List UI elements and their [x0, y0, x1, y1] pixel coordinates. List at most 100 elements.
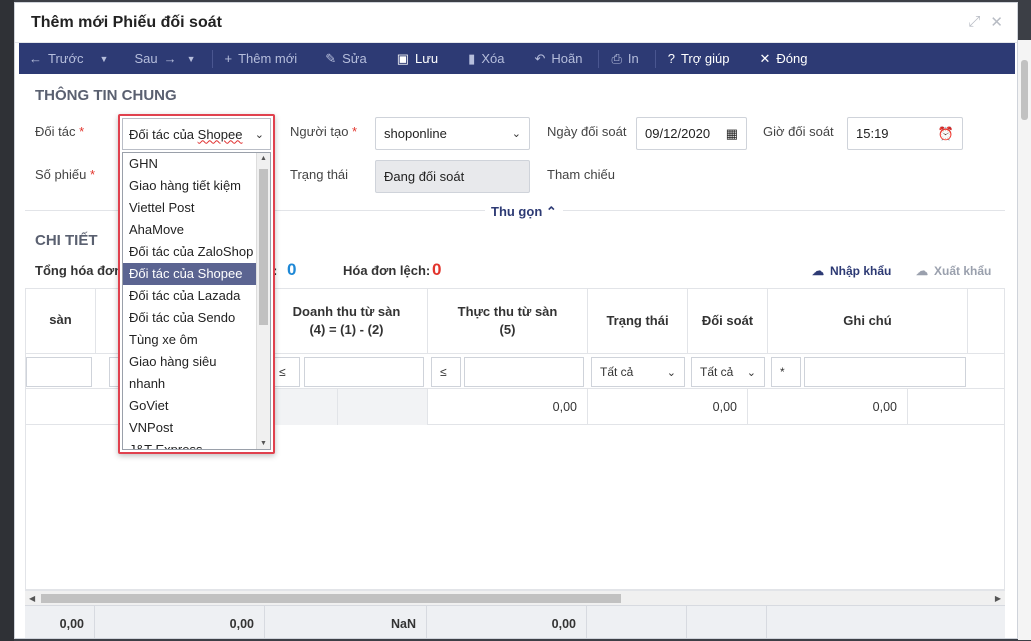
filter-input[interactable] — [464, 357, 584, 387]
close-button[interactable]: ✕ Đóng — [759, 43, 807, 74]
filter-operator[interactable]: ≤ — [431, 357, 461, 387]
chevron-down-icon: ⌄ — [666, 366, 676, 379]
chevron-down-icon: ⌄ — [511, 128, 521, 140]
time-label: Giờ đối soát — [763, 124, 834, 139]
next-button[interactable]: Sau → ▼ — [134, 43, 195, 74]
scroll-right-icon[interactable]: ▶ — [995, 591, 1001, 606]
partner-option[interactable]: Đối tác của Lazada — [123, 285, 270, 307]
partner-select[interactable]: Đối tác của Shopee ⌄ — [122, 118, 271, 150]
scroll-down-icon[interactable]: ▼ — [260, 440, 267, 447]
prev-button[interactable]: ← Trước ▼ — [29, 43, 108, 74]
filter-input[interactable] — [304, 357, 424, 387]
chevron-down-icon: ⌄ — [746, 366, 756, 379]
partner-option[interactable]: Viettel Post — [123, 197, 270, 219]
partner-option[interactable]: Tùng xe ôm — [123, 329, 270, 351]
expand-icon[interactable]: ⤢ — [968, 13, 980, 31]
total-invoices-label: Tổng hóa đơn: — [35, 263, 127, 278]
close-icon: ✕ — [759, 50, 771, 66]
alarm-clock-icon[interactable]: ⏰ — [938, 126, 954, 142]
date-label: Ngày đối soát — [547, 124, 627, 139]
save-icon: ▣ — [396, 50, 409, 66]
column-header: Ghi chú — [768, 289, 968, 353]
footer-total: NaN — [265, 606, 427, 638]
calendar-icon[interactable]: ▦ — [726, 126, 738, 142]
plus-icon: + — [224, 51, 233, 66]
undo-icon: ↶ — [534, 50, 546, 66]
general-info-title: THÔNG TIN CHUNG — [35, 87, 177, 104]
status-filter-select[interactable]: Tất cả ⌄ — [591, 357, 685, 387]
import-button[interactable]: ☁ Nhập khẩu — [812, 264, 891, 278]
status-field: Đang đối soát — [375, 160, 530, 193]
question-icon: ? — [667, 51, 675, 66]
reference-label: Tham chiếu — [547, 167, 615, 182]
filter-input[interactable] — [804, 357, 966, 387]
reconcile-filter-select[interactable]: Tất cả ⌄ — [691, 357, 765, 387]
partner-option[interactable]: Đối tác của Sendo — [123, 307, 270, 329]
arrow-left-icon: ← — [29, 51, 42, 66]
export-button[interactable]: ☁ Xuất khẩu — [916, 264, 991, 278]
chevron-down-icon: ▼ — [186, 53, 196, 64]
partner-options-list: GHN Giao hàng tiết kiệm Viettel Post Aha… — [122, 152, 271, 450]
partner-option[interactable]: AhaMove — [123, 219, 270, 241]
partner-option[interactable]: GHN — [123, 153, 270, 175]
diff-invoices-label: Hóa đơn lệch: — [343, 263, 431, 278]
dialog-header: Thêm mới Phiếu đối soát — [15, 3, 1017, 43]
table-cell: 0,00 — [748, 389, 908, 425]
chevron-down-icon: ⌄ — [254, 128, 264, 141]
partner-option[interactable]: J&T Express — [123, 439, 270, 449]
footer-total: 0,00 — [25, 606, 95, 638]
creator-select[interactable]: shoponline ⌄ — [375, 117, 530, 150]
time-input[interactable]: 15:19 ⏰ — [847, 117, 963, 150]
page-vertical-scrollbar[interactable] — [1018, 40, 1031, 640]
status-label: Trạng thái — [290, 167, 349, 182]
dropdown-scrollbar[interactable]: ▲ ▼ — [256, 153, 270, 449]
chevron-up-icon: ⌃ — [545, 204, 557, 219]
partner-option[interactable]: VNPost — [123, 417, 270, 439]
undo-button[interactable]: ↶ Hoãn — [534, 43, 582, 74]
collapse-button[interactable]: Thu gọn ⌃ — [485, 204, 563, 220]
print-button[interactable]: ⎙ In — [611, 43, 638, 74]
dialog-title: Thêm mới Phiếu đối soát — [31, 13, 222, 31]
add-button[interactable]: + Thêm mới — [225, 43, 298, 74]
scroll-left-icon[interactable]: ◀ — [29, 591, 35, 606]
number-label: Số phiếu * — [35, 167, 96, 182]
column-header: Đối soát — [688, 289, 768, 353]
edit-button[interactable]: ✎ Sửa — [325, 43, 367, 74]
background-app — [0, 0, 14, 641]
delete-button[interactable]: ▮ Xóa — [468, 43, 504, 74]
pencil-icon: ✎ — [325, 50, 337, 66]
partner-option-selected[interactable]: Đối tác của Shopee — [123, 263, 270, 285]
partner-option[interactable]: GoViet — [123, 395, 270, 417]
arrow-right-icon: → — [163, 51, 177, 66]
date-input[interactable]: 09/12/2020 ▦ — [636, 117, 747, 150]
partner-option[interactable]: nhanh — [123, 373, 270, 395]
scroll-up-icon[interactable]: ▲ — [260, 155, 267, 162]
partner-option[interactable]: Giao hàng siêu — [123, 351, 270, 373]
column-header: Trạng thái — [588, 289, 688, 353]
cloud-download-icon: ☁ — [916, 264, 928, 278]
partner-option[interactable]: Đối tác của ZaloShop — [123, 241, 270, 263]
actual-revenue-cell: 0,00 — [428, 389, 588, 425]
partner-dropdown[interactable]: Đối tác của Shopee ⌄ GHN Giao hàng tiết … — [118, 114, 275, 454]
printer-icon: ⎙ — [611, 50, 622, 66]
creator-label: Người tạo * — [290, 124, 358, 139]
horizontal-scrollbar[interactable]: ◀ ▶ — [25, 590, 1005, 605]
column-header: sàn — [26, 289, 96, 353]
chevron-down-icon: ▼ — [99, 53, 109, 64]
column-header: Thực thu từ sàn (5) — [428, 289, 588, 353]
filter-input[interactable] — [26, 357, 92, 387]
detail-title: CHI TIẾT — [35, 232, 98, 249]
partner-option[interactable]: Giao hàng tiết kiệm — [123, 175, 270, 197]
filter-operator[interactable]: * — [771, 357, 801, 387]
table-cell: 0,00 — [588, 389, 748, 425]
cloud-upload-icon: ☁ — [812, 264, 824, 278]
footer-total: 0,00 — [95, 606, 265, 638]
toolbar: ← Trước ▼ Sau → ▼ + Thêm mới ✎ Sửa ▣ Lưu ▮ Xóa ↶… — [19, 43, 1015, 74]
save-button[interactable]: ▣ Lưu — [397, 43, 438, 74]
partner-label: Đối tác * — [35, 124, 85, 139]
help-button[interactable]: ? Trợ giúp — [668, 43, 730, 74]
diff-invoices-count: 0 — [432, 260, 442, 279]
total-invoices-count: 0 — [287, 260, 297, 279]
close-icon[interactable]: ✕ — [990, 13, 1003, 31]
reconciliation-dialog: Thêm mới Phiếu đối soát ⤢ ✕ ← Trước ▼ Sau →… — [14, 2, 1018, 639]
